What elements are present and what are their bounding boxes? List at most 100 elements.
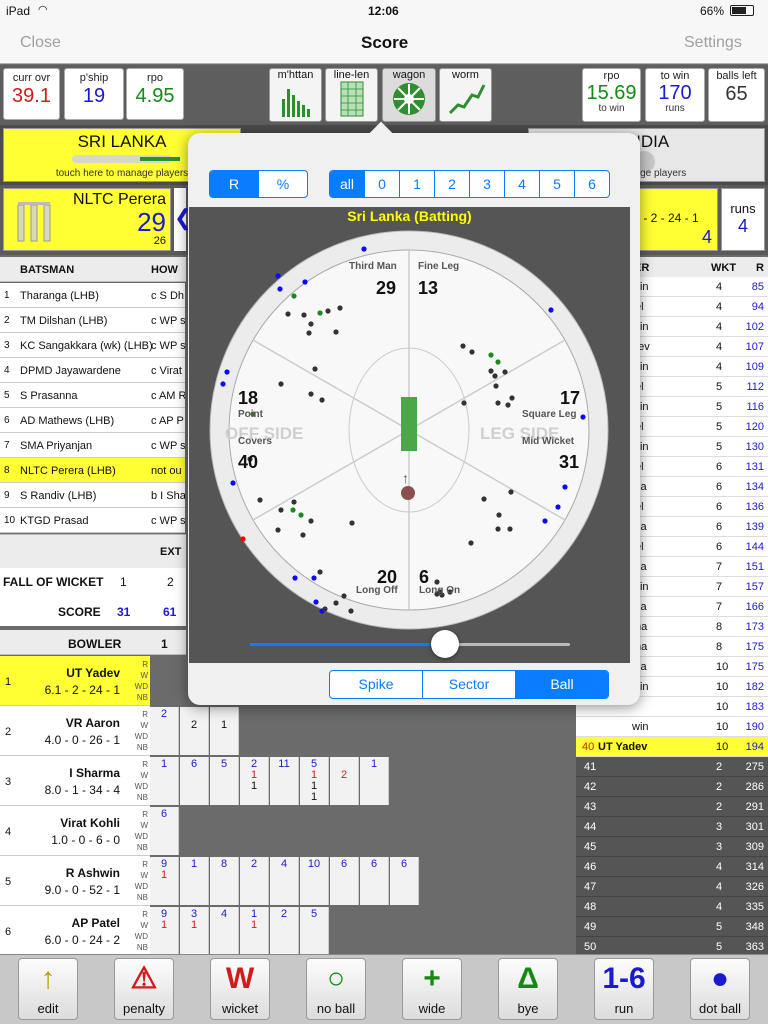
- runs-filter-segment[interactable]: all 0 1 2 3 4 5 6: [329, 170, 610, 198]
- over-total: 286: [745, 781, 764, 793]
- toolbar-dot-ball-button[interactable]: ● dot ball: [690, 958, 750, 1020]
- over-cell[interactable]: 6: [180, 757, 209, 805]
- dismissal: c WP s: [151, 315, 185, 327]
- batting-row[interactable]: 4 DPMD Jayawardene c Virat: [0, 358, 185, 383]
- filter-6[interactable]: 6: [574, 171, 609, 197]
- over-cell[interactable]: 2: [330, 757, 359, 805]
- view-style-segment[interactable]: Spike Sector Ball: [329, 670, 609, 699]
- over-cell[interactable]: 11: [270, 757, 299, 805]
- over-cell[interactable]: 6: [330, 857, 359, 905]
- over-total: 335: [745, 901, 764, 913]
- striker-card[interactable]: NLTC Perera 29 26: [3, 188, 171, 251]
- manhattan-button[interactable]: m'httan: [269, 68, 322, 122]
- over-cell[interactable]: 91: [150, 907, 179, 955]
- batting-row[interactable]: 7 SMA Priyanjan c WP s: [0, 433, 185, 458]
- view-sector[interactable]: Sector: [422, 671, 515, 698]
- over-cell[interactable]: 2: [270, 907, 299, 955]
- over-cell[interactable]: 1: [150, 757, 179, 805]
- filter-2[interactable]: 2: [434, 171, 469, 197]
- over-summary-row: 41 2 275: [576, 757, 768, 777]
- over-cell[interactable]: 2: [240, 857, 269, 905]
- runs-card[interactable]: runs 4: [721, 188, 765, 251]
- over-cell[interactable]: 1: [210, 707, 239, 755]
- over-cell[interactable]: 11: [240, 907, 269, 955]
- batting-row[interactable]: 9 S Randiv (LHB) b I Sha: [0, 483, 185, 508]
- ball-slider-thumb[interactable]: [431, 630, 460, 658]
- over-cell[interactable]: 6: [150, 807, 179, 855]
- over-cell[interactable]: 4: [210, 907, 239, 955]
- toolbar-label: bye: [517, 1001, 539, 1016]
- over-wickets: 4: [716, 861, 723, 873]
- over-cell[interactable]: 6: [360, 857, 389, 905]
- over-cell[interactable]: 5: [300, 907, 329, 955]
- balls-left-box: balls left 65: [708, 68, 765, 122]
- fow-row[interactable]: 40 UT Yadev 10 194: [576, 737, 768, 757]
- filter-all[interactable]: all: [330, 171, 364, 197]
- batting-row[interactable]: 6 AD Mathews (LHB) c AP P: [0, 408, 185, 433]
- over-cell[interactable]: 5: [210, 757, 239, 805]
- batsman-column-header: BATSMAN: [20, 264, 75, 276]
- over-cell[interactable]: 1: [360, 757, 389, 805]
- over-cell[interactable]: 5111: [300, 757, 329, 805]
- batting-row[interactable]: 5 S Prasanna c AM R: [0, 383, 185, 408]
- filter-4[interactable]: 4: [504, 171, 539, 197]
- over-cell[interactable]: 4: [270, 857, 299, 905]
- view-spike[interactable]: Spike: [330, 671, 422, 698]
- wagon-button[interactable]: wagon: [382, 68, 436, 122]
- over-extra: 1: [160, 869, 168, 881]
- arrow-up-icon: ↑: [402, 470, 409, 486]
- over-cell[interactable]: 10: [300, 857, 329, 905]
- toolbar-wide-button[interactable]: + wide: [402, 958, 462, 1020]
- fow-row[interactable]: win 10 190: [576, 717, 768, 737]
- chevron-left-icon[interactable]: ❮: [174, 188, 192, 251]
- over-cell[interactable]: 6: [390, 857, 419, 905]
- rw-label: W: [140, 821, 148, 830]
- bowler-row[interactable]: 6 AP Patel 6.0 - 0 - 24 - 2 R W WD NB: [0, 906, 150, 956]
- over-cell[interactable]: 2: [180, 707, 209, 755]
- line-length-button[interactable]: line-len: [325, 68, 378, 122]
- toolbar-run-button[interactable]: 1-6 run: [594, 958, 654, 1020]
- mode-runs[interactable]: R: [210, 171, 258, 197]
- fow-runs: 175: [745, 661, 764, 673]
- ball-dot: [306, 330, 312, 336]
- toolbar-bye-button[interactable]: Δbye: [498, 958, 558, 1020]
- ball-dot: [468, 540, 474, 546]
- mode-percent[interactable]: %: [258, 171, 307, 197]
- over-cell[interactable]: 91: [150, 857, 179, 905]
- batting-row[interactable]: 3 KC Sangakkara (wk) (LHB) c WP s: [0, 333, 185, 358]
- bowler-card[interactable]: rs - 2 - 24 - 1 4: [630, 188, 718, 251]
- toolbar-wicket-button[interactable]: Wwicket: [210, 958, 270, 1020]
- mode-segment[interactable]: R %: [209, 170, 308, 198]
- toolbar-penalty-button[interactable]: ⚠ penalty: [114, 958, 174, 1020]
- fow-runs: 173: [745, 621, 764, 633]
- bowler-row[interactable]: 2 VR Aaron 4.0 - 0 - 26 - 1 R W WD NB: [0, 706, 150, 756]
- rw-label: W: [140, 921, 148, 930]
- toolbar-no-ball-button[interactable]: ○ no ball: [306, 958, 366, 1020]
- over-cell[interactable]: 211: [240, 757, 269, 805]
- batting-row[interactable]: 10 KTGD Prasad c WP s: [0, 508, 185, 533]
- close-button[interactable]: Close: [20, 34, 61, 52]
- bowler-row[interactable]: 5 R Ashwin 9.0 - 0 - 52 - 1 R W WD NB: [0, 856, 150, 906]
- filter-1[interactable]: 1: [399, 171, 434, 197]
- bowler-figures: 9.0 - 0 - 52 - 1: [44, 883, 120, 897]
- toolbar-label: no ball: [316, 1001, 356, 1016]
- worm-button[interactable]: worm: [439, 68, 492, 122]
- filter-5[interactable]: 5: [539, 171, 574, 197]
- filter-0[interactable]: 0: [364, 171, 399, 197]
- batting-row[interactable]: 8 NLTC Perera (LHB) not ou: [0, 458, 185, 483]
- over-cell[interactable]: 1: [180, 857, 209, 905]
- view-ball[interactable]: Ball: [515, 671, 608, 698]
- toolbar-edit-button[interactable]: ↑ edit: [18, 958, 78, 1020]
- over-cell[interactable]: 31: [180, 907, 209, 955]
- batting-row[interactable]: 2 TM Dilshan (LHB) c WP s: [0, 308, 185, 333]
- bowler-row[interactable]: 4 Virat Kohli 1.0 - 0 - 6 - 0 R W WD NB: [0, 806, 150, 856]
- over-total: 363: [745, 941, 764, 953]
- bowler-row[interactable]: 1 UT Yadev 6.1 - 2 - 24 - 1 R W WD NB: [0, 656, 150, 706]
- over-cell[interactable]: 2: [150, 707, 179, 755]
- filter-3[interactable]: 3: [469, 171, 504, 197]
- over-cell[interactable]: 8: [210, 857, 239, 905]
- batting-row[interactable]: 1 Tharanga (LHB) c S Dh: [0, 283, 185, 308]
- ball-slider-track[interactable]: [250, 630, 570, 658]
- settings-button[interactable]: Settings: [684, 34, 742, 52]
- bowler-row[interactable]: 3 I Sharma 8.0 - 1 - 34 - 4 R W WD NB: [0, 756, 150, 806]
